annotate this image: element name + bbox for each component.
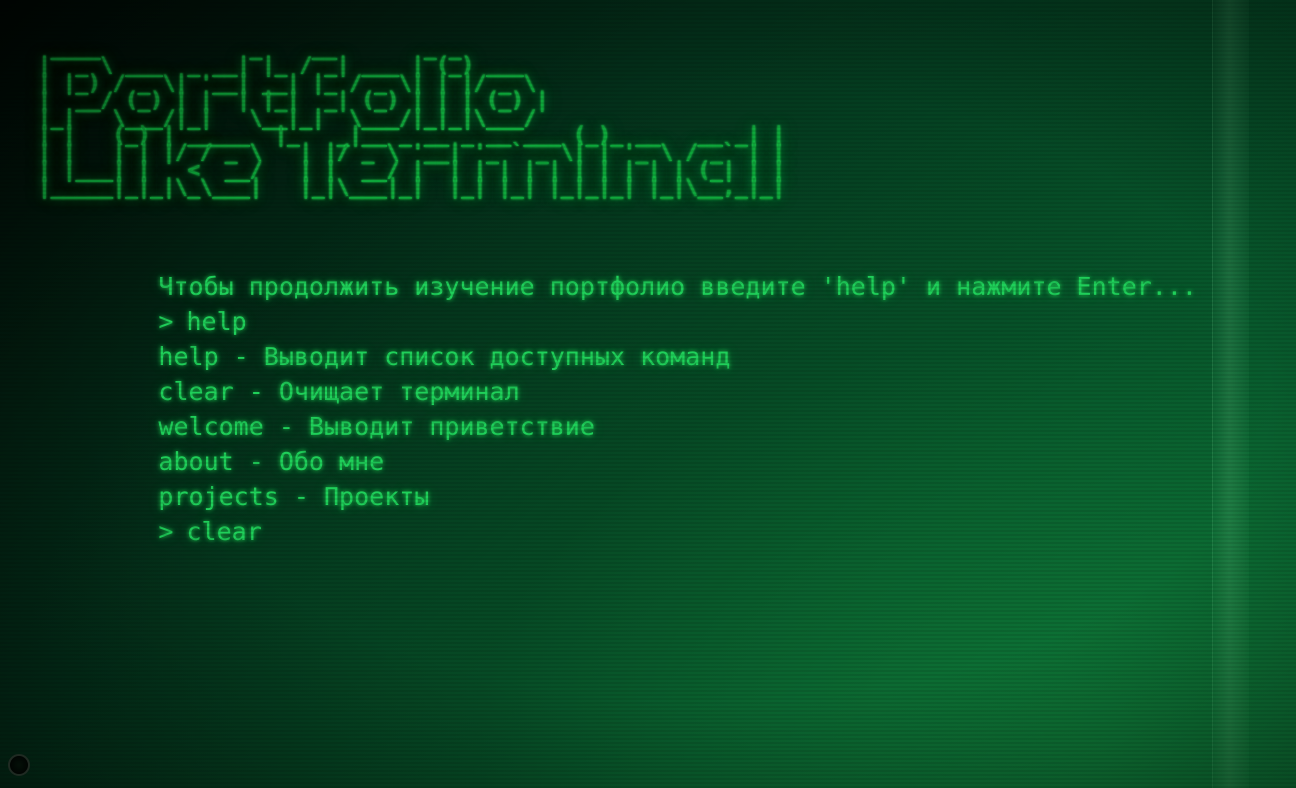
terminal[interactable]: ____ _ __ _ _ | _ \ ___ _ __| |_ / _| __… <box>38 36 1198 680</box>
ascii-banner: ____ _ __ _ _ | _ \ ___ _ __| |_ / _| __… <box>38 36 785 201</box>
screen-edge-reflection <box>1212 0 1249 788</box>
output-text: about - Обо мне <box>158 446 385 476</box>
crt-screen: ____ _ __ _ _ | _ \ ___ _ __| |_ / _| __… <box>0 0 1296 788</box>
output-text: help - Выводит список доступных команд <box>158 341 731 371</box>
prompt-caret-icon: > <box>158 516 174 546</box>
power-button-icon[interactable] <box>8 754 30 776</box>
prompt-caret-icon: > <box>158 306 174 336</box>
command-text: help <box>186 306 247 336</box>
info-line: Чтобы продолжить изучение портфолио введ… <box>38 234 1198 301</box>
terminal-output: Чтобы продолжить изучение портфолио введ… <box>38 234 1198 546</box>
output-text: projects - Проекты <box>158 481 430 511</box>
info-text: Чтобы продолжить изучение портфолио введ… <box>158 271 1197 301</box>
command-input[interactable]: clear <box>186 517 261 546</box>
output-text: welcome - Выводит приветствие <box>158 411 595 441</box>
output-text: clear - Очищает терминал <box>158 376 520 406</box>
